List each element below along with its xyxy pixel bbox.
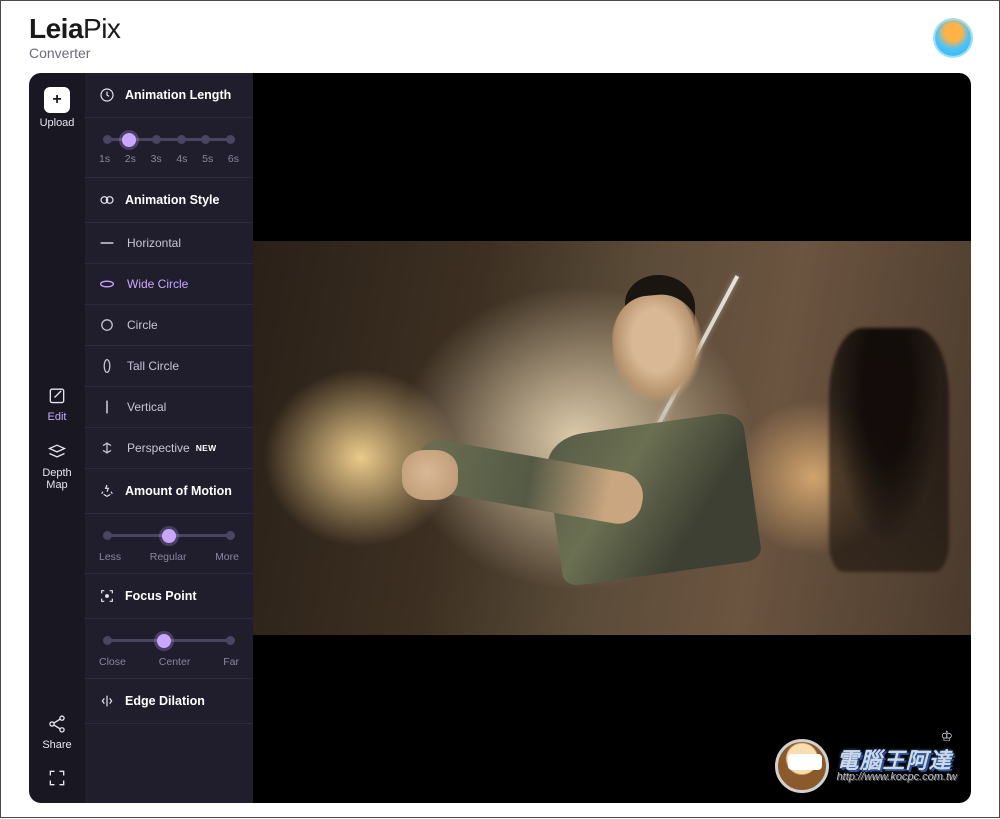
amount-of-motion-slider[interactable] xyxy=(103,534,235,537)
animation-style-header: Animation Style xyxy=(85,178,253,223)
user-avatar[interactable] xyxy=(935,20,971,56)
depth-map-icon xyxy=(46,441,68,463)
fullscreen-button[interactable] xyxy=(46,767,68,789)
wide-circle-icon xyxy=(99,276,115,292)
animation-length-header: Animation Length xyxy=(85,73,253,118)
new-badge: NEW xyxy=(196,443,217,453)
animation-length-slider[interactable] xyxy=(103,138,235,141)
focus-point-block: CloseCenterFar xyxy=(85,619,253,679)
animation-length-labels: 1s2s3s4s5s6s xyxy=(99,149,239,165)
share-icon xyxy=(46,713,68,735)
style-wide-circle[interactable]: Wide Circle xyxy=(85,264,253,305)
style-tall-circle[interactable]: Tall Circle xyxy=(85,346,253,387)
focus-icon xyxy=(99,588,115,604)
style-vertical[interactable]: Vertical xyxy=(85,387,253,428)
style-perspective[interactable]: Perspective NEW xyxy=(85,428,253,469)
preview-panel: ♔ 電腦王阿達 http://www.kocpc.com.tw xyxy=(253,73,971,803)
logo: LeiaPix Converter xyxy=(29,15,120,61)
amount-of-motion-block: LessRegularMore xyxy=(85,514,253,574)
crown-icon: ♔ xyxy=(940,729,953,743)
main-content: + Upload Edit Depth Map Share xyxy=(1,73,999,819)
amount-of-motion-thumb[interactable] xyxy=(162,529,176,543)
logo-main: LeiaPix xyxy=(29,15,120,43)
watermark: ♔ 電腦王阿達 http://www.kocpc.com.tw xyxy=(775,739,957,793)
share-button[interactable]: Share xyxy=(42,713,71,751)
focus-point-thumb[interactable] xyxy=(157,634,171,648)
dilation-icon xyxy=(99,693,115,709)
controls-sidebar: Animation Length 1s2s3s4s5s6s Animation … xyxy=(85,73,253,803)
watermark-url: http://www.kocpc.com.tw xyxy=(837,772,957,783)
circle-icon xyxy=(99,317,115,333)
tall-circle-icon xyxy=(99,358,115,374)
amount-of-motion-header: Amount of Motion xyxy=(85,469,253,514)
upload-label: Upload xyxy=(40,117,75,129)
edit-label: Edit xyxy=(48,411,67,423)
focus-point-slider[interactable] xyxy=(103,639,235,642)
depth-map-button[interactable]: Depth Map xyxy=(42,441,71,491)
plus-icon: + xyxy=(44,87,70,113)
focus-point-labels: CloseCenterFar xyxy=(99,652,239,668)
vertical-icon xyxy=(99,399,115,415)
animation-length-slider-block: 1s2s3s4s5s6s xyxy=(85,118,253,178)
horizontal-icon xyxy=(99,235,115,251)
animation-length-thumb[interactable] xyxy=(122,133,136,147)
clock-icon xyxy=(99,87,115,103)
share-label: Share xyxy=(42,739,71,751)
logo-subtitle: Converter xyxy=(29,45,120,61)
upload-button[interactable]: + Upload xyxy=(40,87,75,129)
app-header: LeiaPix Converter xyxy=(1,1,999,73)
perspective-icon xyxy=(99,440,115,456)
watermark-avatar-icon xyxy=(775,739,829,793)
watermark-title: 電腦王阿達 xyxy=(837,750,957,772)
style-circle[interactable]: Circle xyxy=(85,305,253,346)
preview-image[interactable] xyxy=(253,241,971,635)
edit-button[interactable]: Edit xyxy=(46,385,68,423)
edit-icon xyxy=(46,385,68,407)
style-horizontal[interactable]: Horizontal xyxy=(85,223,253,264)
nav-rail: + Upload Edit Depth Map Share xyxy=(29,73,85,803)
focus-point-header: Focus Point xyxy=(85,574,253,619)
fullscreen-icon xyxy=(46,767,68,789)
motion-icon xyxy=(99,483,115,499)
style-icon xyxy=(99,192,115,208)
edge-dilation-header: Edge Dilation xyxy=(85,679,253,724)
amount-of-motion-labels: LessRegularMore xyxy=(99,547,239,563)
depth-map-label: Depth Map xyxy=(42,467,71,491)
